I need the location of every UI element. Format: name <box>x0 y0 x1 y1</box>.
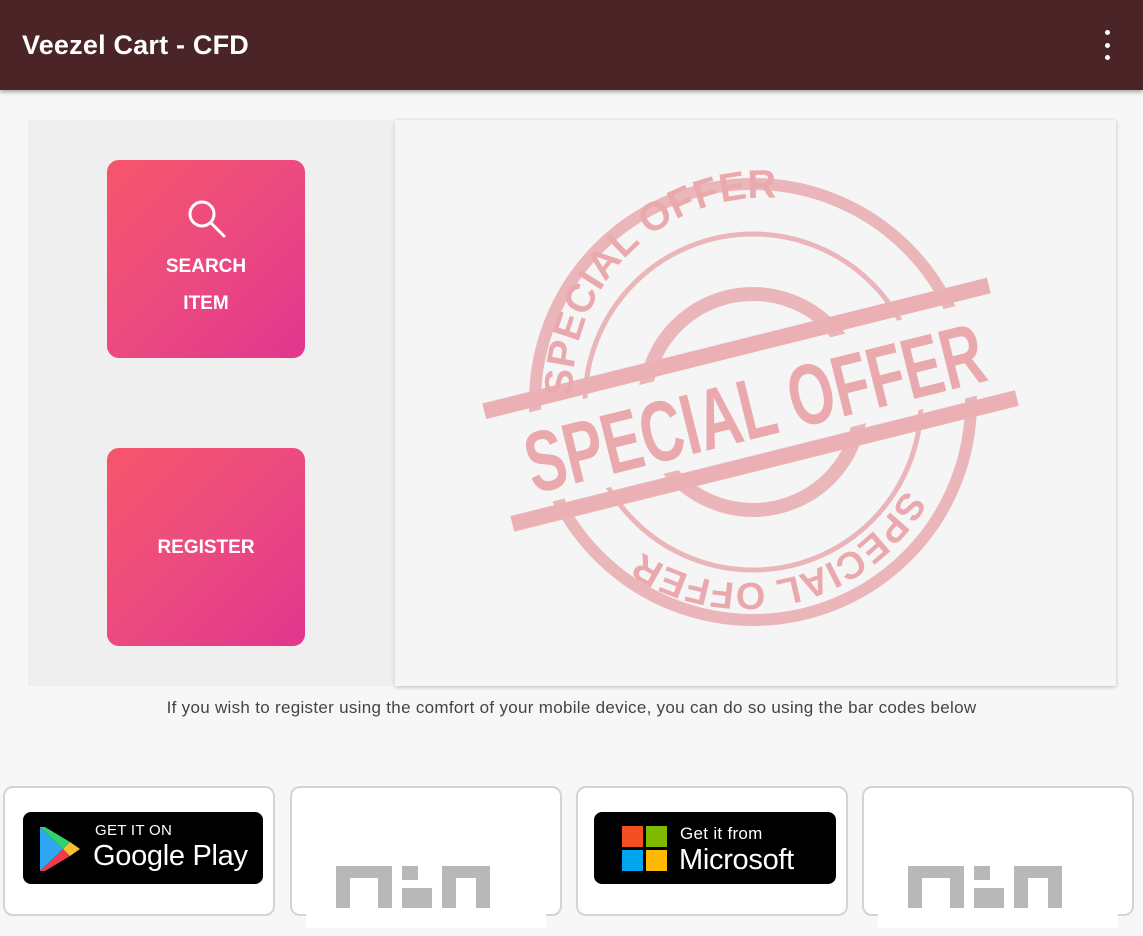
microsoft-qr-card <box>862 786 1134 928</box>
google-play-big-text: Google Play <box>93 840 248 872</box>
google-play-qr-card <box>290 786 562 928</box>
google-play-small-text: GET IT ON <box>95 822 173 839</box>
microsoft-small-text: Get it from <box>680 824 763 843</box>
special-offer-stamp: SPECIAL OFFER SPECIAL OFFER SPECIAL OFFE… <box>482 163 1019 626</box>
microsoft-big-text: Microsoft <box>679 844 794 876</box>
register-button[interactable]: REGISTER <box>107 448 305 646</box>
qr-code-image <box>908 866 1062 908</box>
more-vertical-icon[interactable] <box>1097 30 1117 60</box>
google-play-icon <box>40 827 80 871</box>
app-bar: Veezel Cart - CFD <box>0 0 1143 90</box>
google-play-badge[interactable]: GET IT ON Google Play <box>23 812 263 884</box>
search-icon <box>188 200 226 238</box>
microsoft-store-card: Get it from Microsoft <box>576 786 848 916</box>
qr-code <box>878 838 1118 928</box>
special-offer-banner: SPECIAL OFFER SPECIAL OFFER SPECIAL OFFE… <box>395 120 1116 686</box>
search-label-line1: SEARCH <box>165 256 247 277</box>
register-hint-text: If you wish to register using the comfor… <box>166 698 977 717</box>
search-item-button[interactable]: SEARCH ITEM <box>107 160 305 358</box>
qr-code-image <box>336 866 490 908</box>
google-play-card: GET IT ON Google Play <box>3 786 275 916</box>
search-label-line2: ITEM <box>183 293 229 314</box>
app-title: Veezel Cart - CFD <box>22 30 249 60</box>
qr-code <box>306 838 546 928</box>
microsoft-logo-icon <box>622 826 667 871</box>
microsoft-store-badge[interactable]: Get it from Microsoft <box>594 812 836 884</box>
register-label: REGISTER <box>157 536 255 558</box>
